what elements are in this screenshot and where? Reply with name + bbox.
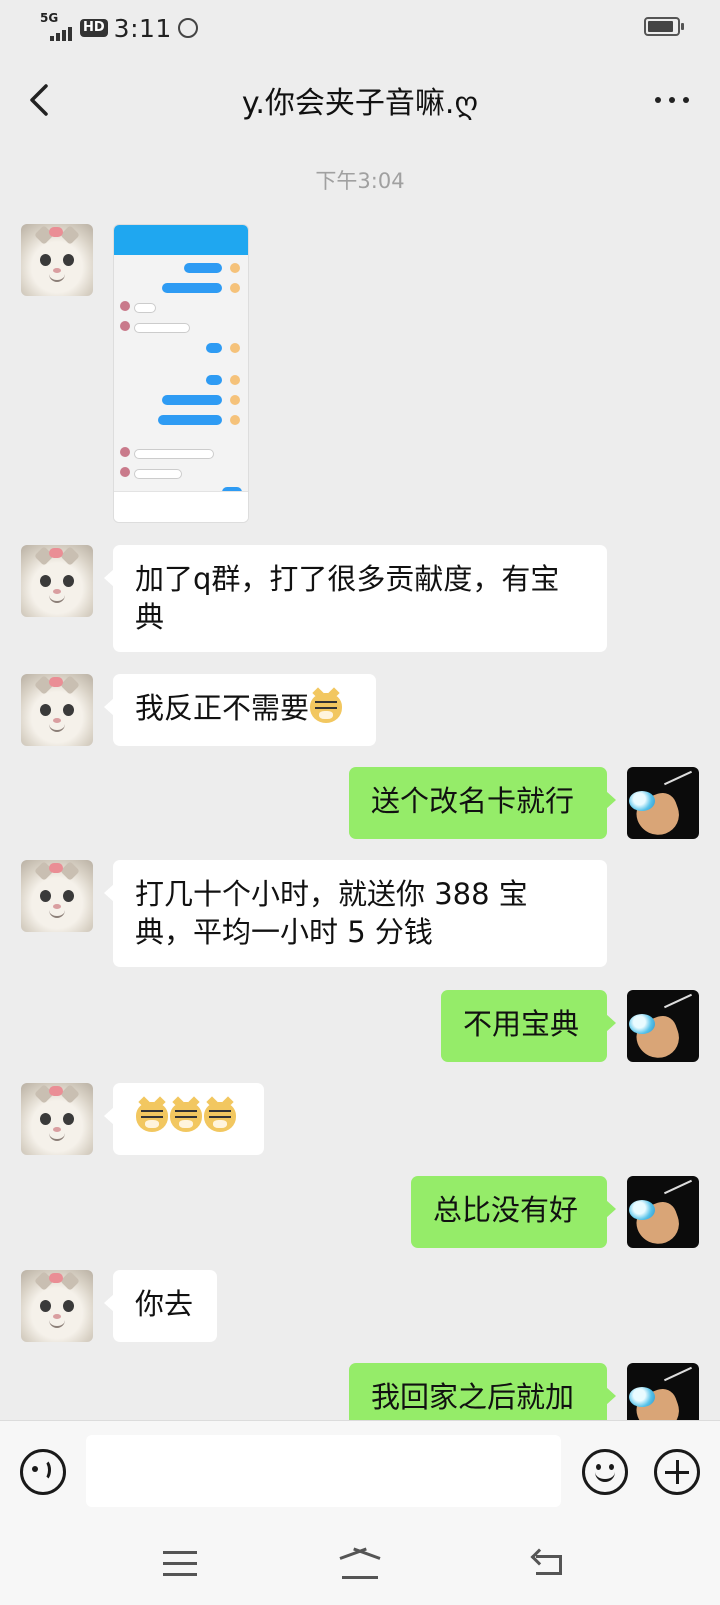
incoming-message[interactable]: 你去 bbox=[104, 1270, 217, 1342]
incoming-message[interactable]: 加了q群，打了很多贡献度，有宝典 bbox=[104, 545, 607, 652]
message-text: 总比没有好 bbox=[433, 1193, 579, 1227]
status-time: 3:11 bbox=[113, 13, 172, 43]
outgoing-message[interactable]: 送个改名卡就行 bbox=[349, 767, 616, 839]
home-icon[interactable] bbox=[336, 1549, 384, 1579]
message-text: 加了q群，打了很多贡献度，有宝典 bbox=[135, 562, 560, 634]
chat-header: y.你会夹子音嘛.ღ bbox=[0, 56, 720, 144]
back-arrow-icon[interactable] bbox=[22, 80, 62, 120]
contact-avatar[interactable] bbox=[21, 1083, 93, 1155]
incoming-emoji-message[interactable] bbox=[104, 1083, 264, 1155]
battery-icon bbox=[644, 17, 684, 36]
recent-apps-icon[interactable] bbox=[163, 1551, 197, 1577]
my-avatar[interactable] bbox=[627, 767, 699, 839]
doge-emoji-icon bbox=[136, 1102, 168, 1132]
hd-badge: HD bbox=[80, 19, 108, 37]
outgoing-message[interactable]: 总比没有好 bbox=[411, 1176, 616, 1248]
doge-emoji-icon bbox=[170, 1102, 202, 1132]
my-avatar[interactable] bbox=[627, 990, 699, 1062]
message-text: 送个改名卡就行 bbox=[371, 784, 575, 818]
notification-icon bbox=[177, 18, 198, 38]
contact-avatar[interactable] bbox=[21, 1270, 93, 1342]
message-text: 我反正不需要 bbox=[135, 691, 310, 725]
incoming-message[interactable]: 我反正不需要 bbox=[104, 674, 376, 746]
message-text-input[interactable] bbox=[86, 1435, 561, 1507]
outgoing-message[interactable]: 不用宝典 bbox=[441, 990, 616, 1062]
doge-emoji-icon bbox=[310, 693, 343, 723]
message-input-bar bbox=[0, 1420, 720, 1523]
signal-icon: 5G bbox=[40, 11, 74, 41]
contact-avatar[interactable] bbox=[21, 674, 93, 746]
more-options-icon[interactable] bbox=[650, 88, 694, 112]
my-avatar[interactable] bbox=[627, 1176, 699, 1248]
status-bar: 5G HD 3:11 bbox=[0, 0, 720, 56]
voice-input-icon[interactable] bbox=[20, 1449, 66, 1495]
contact-avatar[interactable] bbox=[21, 860, 93, 932]
contact-avatar[interactable] bbox=[21, 224, 93, 296]
message-text: 不用宝典 bbox=[463, 1007, 580, 1041]
system-nav-bar bbox=[0, 1523, 720, 1605]
shared-screenshot-image[interactable] bbox=[113, 224, 249, 523]
emoji-picker-icon[interactable] bbox=[582, 1449, 628, 1495]
chat-title: y.你会夹子音嘛.ღ bbox=[241, 86, 479, 121]
message-text: 打几十个小时，就送你 388 宝典，平均一小时 5 分钱 bbox=[135, 877, 528, 949]
doge-emoji-icon bbox=[204, 1102, 236, 1132]
incoming-message[interactable]: 打几十个小时，就送你 388 宝典，平均一小时 5 分钱 bbox=[104, 860, 607, 967]
more-actions-plus-icon[interactable] bbox=[654, 1449, 700, 1495]
message-text: 我回家之后就加 bbox=[371, 1380, 575, 1414]
contact-avatar[interactable] bbox=[21, 545, 93, 617]
message-text: 你去 bbox=[135, 1287, 194, 1321]
system-back-icon[interactable] bbox=[530, 1549, 566, 1579]
message-timestamp: 下午3:04 bbox=[315, 169, 405, 193]
network-type: 5G bbox=[40, 11, 59, 25]
